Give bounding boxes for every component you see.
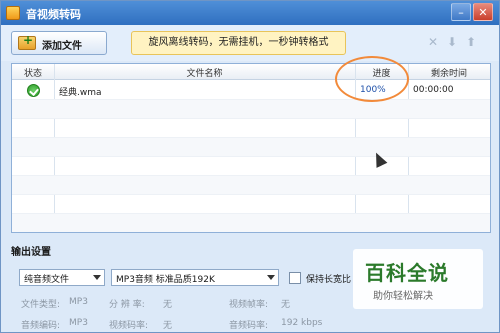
add-file-button[interactable]: 添加文件	[11, 31, 107, 55]
watermark-logo: 百科全说 助你轻松解决	[353, 249, 483, 309]
toolbar: 添加文件 旋风离线转码，无需挂机，一秒钟转格式 ✕ ⬇ ⬆	[1, 25, 499, 61]
table-row-empty	[12, 176, 490, 195]
app-icon	[6, 6, 20, 20]
keep-ratio-checkbox[interactable]	[289, 272, 301, 284]
table-header: 状态 文件名称 进度 剩余时间	[12, 64, 490, 80]
preset-select[interactable]: MP3音频 标准品质192K	[111, 269, 279, 286]
header-filename[interactable]: 文件名称	[54, 66, 355, 79]
table-row-empty	[12, 119, 490, 138]
file-name: 经典.wma	[59, 88, 102, 98]
header-status[interactable]: 状态	[12, 66, 54, 79]
progress-highlight-ring	[335, 56, 409, 102]
table-row-empty	[12, 214, 490, 232]
add-file-label: 添加文件	[42, 41, 82, 52]
format-select[interactable]: 纯音频文件	[19, 269, 105, 286]
chevron-down-icon	[267, 275, 275, 280]
watermark-main-text: 百科全说	[365, 261, 449, 285]
audio-codec-label: 音频编码:	[21, 321, 61, 331]
video-bitrate-label: 视频码率:	[109, 321, 149, 331]
app-window: 音视频转码 – ✕ 添加文件 旋风离线转码，无需挂机，一秒钟转格式 ✕ ⬇ ⬆ …	[0, 0, 500, 333]
resolution-label: 分 辨 率:	[109, 300, 145, 310]
file-table: 状态 文件名称 进度 剩余时间 经典.wma 100% 00:00:00	[11, 63, 491, 233]
delete-icon[interactable]: ✕	[426, 35, 440, 49]
table-row-empty	[12, 138, 490, 157]
chevron-down-icon	[93, 275, 101, 280]
minimize-icon[interactable]: –	[451, 3, 471, 21]
move-up-icon[interactable]: ⬆	[464, 35, 478, 49]
audio-codec-value: MP3	[69, 318, 88, 328]
file-remaining: 00:00:00	[413, 85, 454, 95]
file-type-label: 文件类型:	[21, 300, 61, 310]
video-fps-value: 无	[281, 300, 291, 310]
keep-ratio-label: 保持长宽比	[306, 275, 352, 285]
success-check-icon	[27, 84, 40, 97]
table-row[interactable]: 经典.wma 100% 00:00:00	[12, 81, 490, 100]
preset-select-value: MP3音频 标准品质192K	[116, 275, 215, 285]
table-row-empty	[12, 195, 490, 214]
watermark-sub-text: 助你轻松解决	[373, 291, 433, 302]
table-row-empty	[12, 100, 490, 119]
video-bitrate-value: 无	[163, 321, 173, 331]
window-title: 音视频转码	[26, 8, 81, 21]
promo-banner[interactable]: 旋风离线转码，无需挂机，一秒钟转格式	[131, 31, 346, 55]
audio-bitrate-label: 音频码率:	[229, 321, 269, 331]
title-bar[interactable]: 音视频转码 – ✕	[1, 1, 499, 25]
output-settings-title: 输出设置	[11, 247, 51, 258]
close-icon[interactable]: ✕	[473, 3, 493, 21]
table-row-empty	[12, 157, 490, 176]
move-down-icon[interactable]: ⬇	[445, 35, 459, 49]
add-folder-icon	[18, 33, 36, 50]
format-select-value: 纯音频文件	[24, 275, 70, 285]
resolution-value: 无	[163, 300, 173, 310]
audio-bitrate-value: 192 kbps	[281, 318, 323, 328]
header-remaining[interactable]: 剩余时间	[408, 66, 490, 79]
video-fps-label: 视频帧率:	[229, 300, 269, 310]
file-type-value: MP3	[69, 297, 88, 307]
